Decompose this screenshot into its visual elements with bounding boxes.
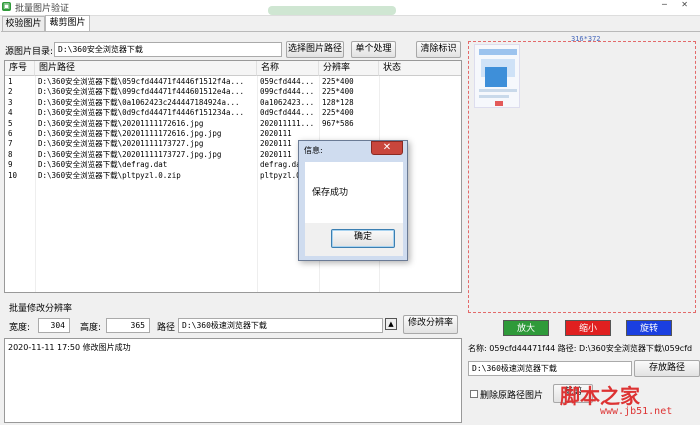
cell-name: 059cfd444...: [260, 77, 315, 86]
cell-status: [379, 77, 461, 87]
cell-name: 202011111...: [260, 118, 315, 128]
cell-resolution: 967*586: [322, 118, 354, 128]
modify-resolution-button[interactable]: 修改分辨率: [403, 315, 458, 334]
cell-index: 2: [8, 87, 13, 97]
cell-index: 7: [8, 139, 13, 149]
cell-path: D:\360安全浏览器下载\099cfd44471f444601512e4a..…: [38, 87, 245, 97]
clear-marks-button[interactable]: 清除标识: [416, 41, 461, 58]
browse-up-icon[interactable]: ▲: [385, 318, 397, 330]
dialog-title: 信息:: [304, 146, 323, 155]
column-header-resolution[interactable]: 分辨率: [319, 61, 379, 76]
cell-resolution: 128*128: [322, 97, 354, 107]
cell-path: D:\360安全浏览器下载\20201111172616.jpg.jpg: [38, 129, 222, 138]
output-path-label: 路径: [157, 323, 176, 333]
app-icon: ▣: [2, 2, 11, 11]
dialog-message: 保存成功: [312, 188, 349, 198]
table-row[interactable]: 6 D:\360安全浏览器下载\20201111172616.jpg.jpg 202…: [5, 129, 461, 139]
table-row[interactable]: 2 D:\360安全浏览器下载\099cfd44471f444601512e4a.…: [5, 87, 461, 97]
select-path-button[interactable]: 选择图片路径: [286, 41, 344, 58]
table-row[interactable]: 5 D:\360安全浏览器下载\20201111172616.jpg 2020111…: [5, 119, 461, 129]
delete-original-checkbox[interactable]: [470, 390, 478, 398]
table-row[interactable]: 4 D:\360安全浏览器下载\0d9cfd44471f4446f151234a.…: [5, 108, 461, 118]
preview-image: [474, 44, 520, 108]
width-input[interactable]: 304: [38, 318, 70, 333]
window-controls[interactable]: ─ ✕: [662, 0, 694, 9]
tab-verify-images[interactable]: 校验图片: [2, 16, 45, 31]
cell-path: D:\360安全浏览器下载\0d9cfd44471f4446f151234a..…: [38, 108, 245, 118]
cell-path: D:\360安全浏览器下载\pltpyzl.0.zip: [38, 170, 181, 180]
save-path-button[interactable]: 存放路径: [634, 360, 700, 377]
output-path-input[interactable]: D:\360极速浏览器下载: [178, 318, 383, 333]
preview-size-label: 316*372: [571, 35, 601, 43]
cell-index: 3: [8, 97, 13, 107]
cell-name: 2020111: [260, 129, 292, 138]
cell-status: [379, 108, 461, 118]
table-row[interactable]: 1 D:\360安全浏览器下载\059cfd44471f4446f1512f4a.…: [5, 77, 461, 87]
cell-index: 10: [8, 170, 18, 180]
cell-index: 9: [8, 160, 13, 170]
column-header-name[interactable]: 名称: [257, 61, 319, 76]
cell-status: [379, 98, 461, 108]
cell-path: D:\360安全浏览器下载\0a1062423c244447184924a...: [38, 97, 240, 107]
width-label: 宽度:: [9, 323, 31, 333]
image-name-path-label: 名称: 059cfd44471f44 路径: D:\360安全浏览器下载\059…: [468, 344, 693, 353]
log-panel[interactable]: 2020-11-11 17:50 修改图片成功: [4, 338, 462, 423]
cell-index: 5: [8, 118, 13, 128]
cell-path: D:\360安全浏览器下载\059cfd44471f4446f1512f4a..…: [38, 77, 245, 86]
batch-resize-title: 批量修改分辨率: [9, 304, 73, 314]
dialog-ok-button[interactable]: 确定: [331, 229, 395, 248]
source-dir-label: 源图片目录:: [5, 47, 54, 57]
cell-name: 0a1062423...: [260, 97, 315, 107]
cell-index: 4: [8, 108, 13, 118]
save-path-input[interactable]: D:\360极速浏览器下载: [468, 361, 632, 376]
cell-path: D:\360安全浏览器下载\20201111173727.jpg.jpg: [38, 149, 222, 159]
height-label: 高度:: [80, 323, 102, 333]
tab-crop-images[interactable]: 裁剪图片: [45, 15, 90, 32]
column-header-index[interactable]: 序号: [5, 61, 35, 76]
title-bar-decoration: [268, 6, 396, 15]
column-header-path[interactable]: 图片路径: [35, 61, 257, 76]
single-process-button[interactable]: 单个处理: [351, 41, 396, 58]
zoom-out-button[interactable]: 缩小: [565, 320, 611, 336]
cell-status: [379, 129, 461, 139]
watermark-logo: 脚本之家: [560, 384, 640, 408]
rotate-button[interactable]: 旋转: [626, 320, 672, 336]
cell-resolution: 225*400: [322, 108, 354, 118]
cell-resolution: 225*400: [322, 87, 354, 97]
cell-path: D:\360安全浏览器下载\20201111172616.jpg: [38, 118, 204, 128]
source-dir-input[interactable]: D:\360安全浏览器下载: [54, 42, 282, 57]
cell-resolution: 225*400: [322, 77, 354, 86]
cell-status: [379, 87, 461, 97]
cell-status: [379, 119, 461, 129]
zoom-in-button[interactable]: 放大: [503, 320, 549, 336]
cell-resolution: [319, 129, 379, 139]
cell-index: 1: [8, 77, 13, 86]
watermark-url: www.jb51.net: [600, 406, 673, 417]
dialog-close-icon[interactable]: ✕: [371, 141, 403, 155]
cell-name: 0d9cfd444...: [260, 108, 315, 118]
cell-index: 8: [8, 149, 13, 159]
cell-index: 6: [8, 129, 13, 138]
table-row[interactable]: 3 D:\360安全浏览器下载\0a1062423c244447184924a..…: [5, 98, 461, 108]
cell-path: D:\360安全浏览器下载\defrag.dat: [38, 160, 168, 170]
title-bar: ▣ 批量图片验证 ─ ✕: [0, 0, 700, 16]
delete-original-label: 删除原路径图片: [480, 391, 544, 401]
height-input[interactable]: 365: [106, 318, 150, 333]
cell-path: D:\360安全浏览器下载\20201111173727.jpg: [38, 139, 204, 149]
window-title: 批量图片验证: [15, 4, 70, 14]
column-header-status[interactable]: 状态: [379, 61, 461, 76]
message-dialog: 信息: ✕ 保存成功 确定: [298, 140, 408, 261]
cell-name: 099cfd444...: [260, 87, 315, 97]
